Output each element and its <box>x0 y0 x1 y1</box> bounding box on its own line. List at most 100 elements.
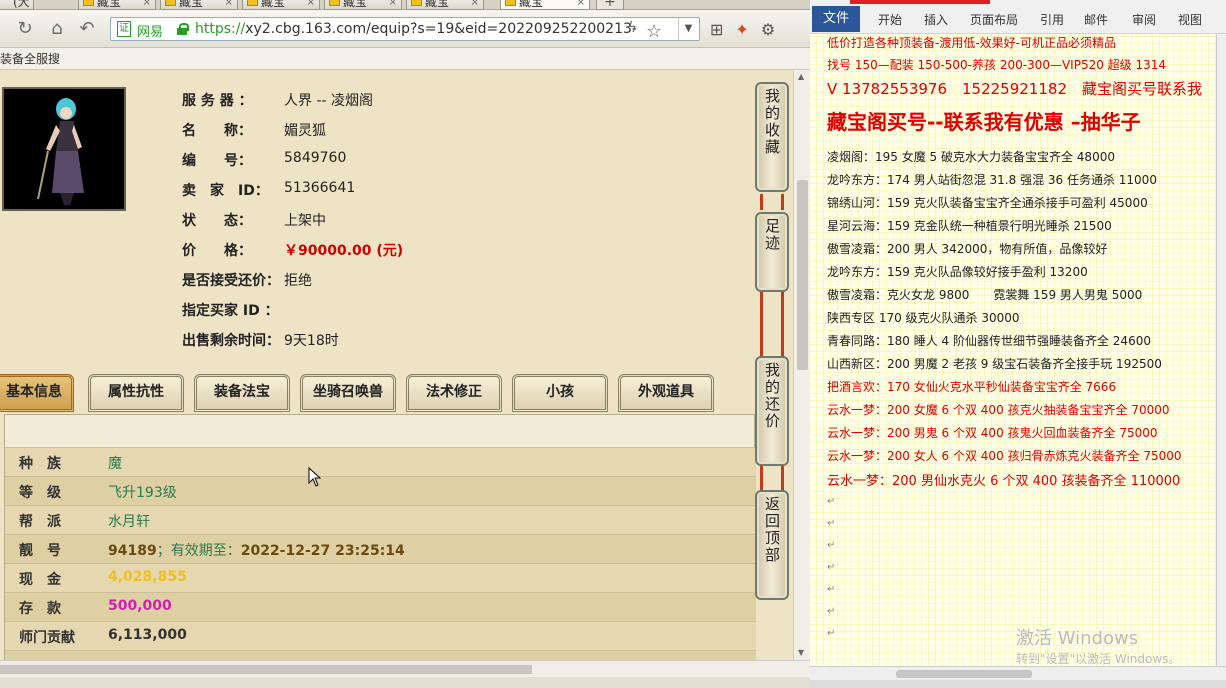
ribbon-tab-references[interactable]: 引用 <box>1040 11 1064 28</box>
back-to-top-button[interactable]: 返回顶部 <box>755 490 789 600</box>
url-text[interactable]: https://xy2.cbg.163.com/equip?s=19&eid=2… <box>195 21 637 37</box>
star-icon[interactable]: ☆ <box>646 21 662 42</box>
close-icon[interactable]: × <box>389 0 397 9</box>
attr-row-level: 等 级飞升193级 <box>5 476 756 505</box>
ribbon-tabs: 文件 开始 插入 页面布局 引用 邮件 审阅 视图 <box>810 0 1226 34</box>
bookmark-bar: 装备全服搜 <box>0 48 810 70</box>
tab-spells[interactable]: 法术修正 <box>406 374 502 412</box>
tab-basic-info[interactable]: 基本信息 <box>0 374 74 412</box>
browser-tab[interactable]: 藏宝 × <box>406 0 484 10</box>
info-row-buyer: 指定买家 ID ： <box>182 303 279 319</box>
ribbon-tab-home[interactable]: 开始 <box>878 11 902 28</box>
doc-line: 锦绣山河：159 克火队装备宝宝齐全通杀接手可盈利 45000 <box>827 196 1148 210</box>
close-icon[interactable]: × <box>471 0 479 9</box>
address-bar[interactable]: 证 网易 https://xy2.cbg.163.com/equip?s=19&… <box>110 17 700 41</box>
character-avatar <box>2 87 126 211</box>
scroll-thumb[interactable] <box>0 665 532 674</box>
tab-mounts[interactable]: 坐骑召唤兽 <box>300 374 396 412</box>
info-row-counteroffer: 是否接受还价： 拒绝 <box>182 273 312 289</box>
word-window: 文件 开始 插入 页面布局 引用 邮件 审阅 视图 低价打造各种顶装备-渡用低-… <box>810 0 1226 688</box>
game-tabs: 基本信息 属性抗性 装备法宝 坐骑召唤兽 法术修正 小孩 外观道具 <box>0 370 755 414</box>
attr-row-cash: 现 金 4,028,855 <box>5 563 756 592</box>
paragraph-mark-icon: ↵ <box>827 518 836 529</box>
horizontal-scrollbar[interactable] <box>0 660 810 677</box>
back-icon[interactable]: ↶ <box>76 18 98 40</box>
scroll-down-icon[interactable]: ▼ <box>798 648 804 657</box>
tools-icon[interactable]: ⚙ <box>761 20 775 39</box>
favorites-label: 我的收藏 <box>763 88 781 156</box>
doc-heading: 藏宝阁买号--联系我有优惠 –抽华子 <box>827 110 1141 134</box>
close-icon[interactable]: × <box>307 0 315 9</box>
vertical-scrollbar[interactable]: ▲ ▼ <box>793 70 810 660</box>
tab-appearance[interactable]: 外观道具 <box>618 374 714 412</box>
tab-favicon-icon <box>83 0 94 6</box>
doc-line: 凌烟阁：195 女魔 5 破克水大力装备宝宝齐全 48000 <box>827 150 1115 164</box>
browser-tab[interactable]: 藏宝 × <box>78 0 156 10</box>
scroll-thumb[interactable] <box>896 670 1032 678</box>
page-content: 服 务 器 ：人界 -- 凌烟阁 名 称： 媚灵狐 编 号： 5849760 卖 家… <box>0 70 793 660</box>
attr-row-deposit: 存 款 500,000 <box>5 592 756 621</box>
browser-tab[interactable]: 藏宝 × <box>242 0 320 10</box>
chain-divider <box>760 464 784 492</box>
paragraph-mark-icon: ↵ <box>827 496 836 507</box>
tab-favicon-icon <box>411 0 422 6</box>
new-tab-button[interactable]: + <box>596 0 624 10</box>
document-scrollbar[interactable] <box>1216 34 1226 666</box>
character-figure-icon <box>37 98 84 205</box>
browser-toolbar: ↻ ⌂ ↶ 证 网易 https://xy2.cbg.163.com/equip… <box>0 10 810 48</box>
ribbon-tab-layout[interactable]: 页面布局 <box>970 11 1018 28</box>
home-icon[interactable]: ⌂ <box>46 18 68 40</box>
bookmark-item[interactable]: 装备全服搜 <box>0 52 60 66</box>
browser-tab-active[interactable]: 藏宝 × <box>500 0 590 10</box>
tab-children[interactable]: 小孩 <box>512 374 608 412</box>
tab-attributes[interactable]: 属性抗性 <box>88 374 184 412</box>
chevron-down-icon[interactable]: ▼ <box>678 18 698 40</box>
lock-icon[interactable] <box>177 23 189 35</box>
tab-favicon-icon <box>329 0 340 6</box>
doc-line: 低价打造各种顶装备-渡用低-效果好-可机正品必须精品 <box>827 36 1116 50</box>
history-button[interactable]: 足迹 <box>755 212 789 292</box>
counteroffer-label: 我的还价 <box>763 362 781 430</box>
doc-line: 龙吟东方：159 克火队品像较好接手盈利 13200 <box>827 265 1088 279</box>
ribbon-tab-insert[interactable]: 插入 <box>924 11 948 28</box>
info-row-id: 编 号： 5849760 <box>182 150 347 169</box>
ribbon-tab-review[interactable]: 审阅 <box>1132 11 1156 28</box>
mouse-cursor-icon <box>308 467 322 487</box>
doc-line: 星河云海：159 克金队统一种植景行明光睡杀 21500 <box>827 219 1112 233</box>
scroll-up-icon[interactable]: ▲ <box>798 72 804 81</box>
close-icon[interactable]: × <box>577 0 585 9</box>
close-icon[interactable]: × <box>225 0 233 9</box>
lightning-icon[interactable]: ϟ <box>628 20 637 36</box>
favorites-button[interactable]: 我的收藏 <box>755 82 789 192</box>
word-status-bar <box>810 680 1226 688</box>
activation-watermark-sub: 转到"设置"以激活 Windows。 <box>1016 652 1181 666</box>
ribbon-tab-view[interactable]: 视图 <box>1178 11 1202 28</box>
browser-tab[interactable]: (大 <box>0 0 34 10</box>
counteroffer-button[interactable]: 我的还价 <box>755 356 789 466</box>
close-icon[interactable]: × <box>143 0 151 9</box>
paragraph-mark-icon: ↵ <box>827 540 836 551</box>
certificate-icon[interactable]: 证 <box>117 21 131 37</box>
paragraph-mark-icon: ↵ <box>827 628 836 639</box>
grid-icon[interactable]: ⊞ <box>710 20 723 39</box>
chain-divider <box>760 292 784 358</box>
browser-tab[interactable]: 藏宝 × <box>324 0 402 10</box>
refresh-icon[interactable]: ↻ <box>14 18 36 40</box>
ribbon-tab-mailings[interactable]: 邮件 <box>1084 11 1108 28</box>
doc-line: 山西新区：200 男魔 2 老孩 9 级宝石装备齐全接手玩 192500 <box>827 357 1162 371</box>
browser-tab[interactable]: 藏宝 × <box>160 0 238 10</box>
document-page[interactable]: 低价打造各种顶装备-渡用低-效果好-可机正品必须精品 找号 150—配装 150… <box>810 34 1216 666</box>
doc-line: V 13782553976 15225921182 藏宝阁买号联系我 <box>827 80 1202 98</box>
doc-line: 把酒言欢：170 女仙火克水平秒仙装备宝宝齐全 7666 <box>827 380 1117 394</box>
browser-status-bar <box>0 677 810 688</box>
file-tab[interactable]: 文件 <box>812 6 860 32</box>
game-icon[interactable]: ✦ <box>735 20 748 39</box>
site-label: 网易 <box>137 25 164 40</box>
toolbar-icons: ⊞ ✦ ⚙ <box>710 20 787 39</box>
document-horizontal-scrollbar[interactable] <box>810 666 1226 680</box>
chain-divider <box>760 194 784 210</box>
scroll-thumb[interactable] <box>797 180 808 370</box>
doc-line: 傲雪凌霜：200 男人 342000，物有所值，品像较好 <box>827 242 1108 256</box>
tab-favicon-icon <box>505 0 516 6</box>
tab-equipment[interactable]: 装备法宝 <box>194 374 290 412</box>
